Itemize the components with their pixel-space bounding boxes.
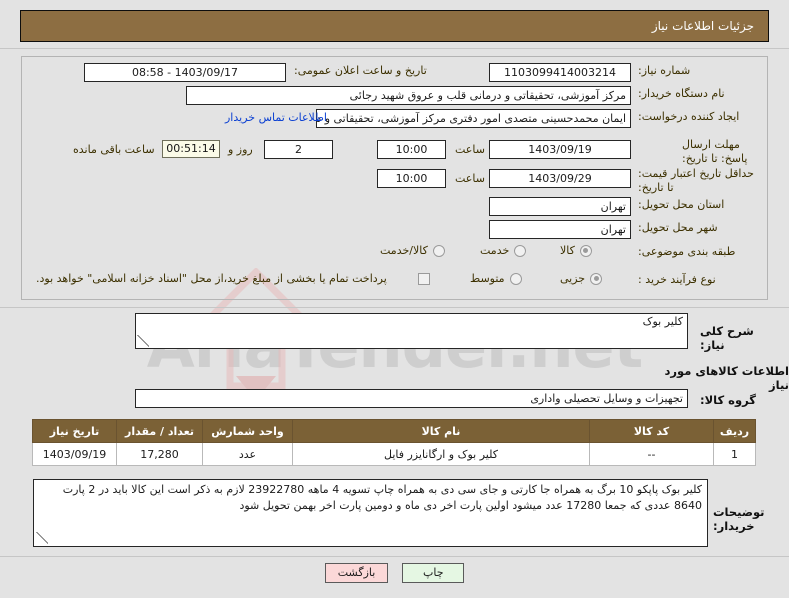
col-header-name: نام کالا — [292, 419, 590, 443]
category-radio-kala[interactable]: کالا — [560, 244, 592, 257]
cell-unit: عدد — [202, 442, 293, 466]
radio-icon[interactable] — [509, 272, 522, 285]
category-option-label: کالا — [560, 244, 575, 257]
response-deadline-date-input[interactable]: 1403/09/19 — [489, 140, 631, 159]
countdown-label: ساعت باقی مانده — [73, 143, 155, 156]
price-validity-date-input[interactable]: 1403/09/29 — [489, 169, 631, 188]
countdown-timer: 00:51:14 — [162, 140, 220, 158]
public-announce-input[interactable]: 1403/09/17 - 08:58 — [84, 63, 286, 82]
divider-bottom — [0, 556, 789, 557]
items-table: ردیف کد کالا نام کالا واحد شمارش تعداد /… — [32, 419, 756, 466]
process-option-label: متوسط — [470, 272, 505, 285]
col-header-date: تاریخ نیاز — [32, 419, 117, 443]
treasury-docs-checkbox[interactable] — [418, 273, 430, 285]
city-input[interactable]: تهران — [489, 220, 631, 239]
goods-group-input[interactable]: تجهیزات و وسایل تحصیلی واداری — [135, 389, 688, 408]
public-announce-label: تاریخ و ساعت اعلان عمومی: — [294, 64, 427, 77]
col-header-unit: واحد شمارش — [202, 419, 293, 443]
col-header-rowno: ردیف — [713, 419, 756, 443]
remaining-days-input[interactable]: 2 — [264, 140, 333, 159]
radio-icon[interactable] — [590, 272, 603, 285]
process-type-label: نوع فرآیند خرید : — [638, 273, 716, 286]
process-option-label: جزیی — [560, 272, 586, 285]
process-radio-jozee[interactable]: جزیی — [560, 272, 603, 285]
col-header-code: کد کالا — [589, 419, 714, 443]
page-title-bar: جزئیات اطلاعات نیاز — [20, 10, 769, 42]
buyer-notes-textarea[interactable]: کلیر بوک پاپکو 10 برگ به همراه جا کارتی … — [33, 479, 708, 547]
category-option-label: کالا/خدمت — [380, 244, 428, 257]
category-radio-khedmat[interactable]: خدمت — [480, 244, 527, 257]
cell-code: -- — [589, 442, 714, 466]
page-title: جزئیات اطلاعات نیاز — [651, 19, 754, 33]
radio-icon[interactable] — [432, 244, 445, 257]
goods-section-title: اطلاعات کالاهای مورد نیاز — [664, 364, 789, 392]
category-option-label: خدمت — [480, 244, 510, 257]
response-deadline-time-label: ساعت — [455, 143, 485, 156]
items-table-wrapper: ردیف کد کالا نام کالا واحد شمارش تعداد /… — [32, 419, 756, 466]
price-validity-time-label: ساعت — [455, 172, 485, 185]
cell-name: کلیر بوک و ارگانایزر فایل — [292, 442, 590, 466]
price-validity-label: حداقل تاریخ اعتبار قیمت: تا تاریخ: — [638, 167, 754, 194]
col-header-qty: تعداد / مقدار — [116, 419, 203, 443]
response-deadline-time-input[interactable]: 10:00 — [377, 140, 446, 159]
need-number-label: شماره نیاز: — [638, 64, 691, 77]
category-radio-kala-khedmat[interactable]: کالا/خدمت — [380, 244, 445, 257]
cell-need-date: 1403/09/19 — [32, 442, 117, 466]
requester-label: ایجاد کننده درخواست: — [638, 110, 740, 123]
province-label: استان محل تحویل: — [638, 198, 725, 211]
buyer-org-label: نام دستگاه خریدار: — [638, 87, 725, 100]
goods-group-label: گروه کالا: — [700, 393, 756, 407]
table-header-row: ردیف کد کالا نام کالا واحد شمارش تعداد /… — [32, 419, 756, 443]
table-row: 1 -- کلیر بوک و ارگانایزر فایل عدد 17,28… — [32, 442, 756, 466]
print-button[interactable]: چاپ — [402, 563, 465, 583]
need-summary-label: شرح کلی نیاز: — [700, 324, 754, 352]
buyer-contact-link[interactable]: اطلاعات تماس خریدار — [225, 111, 327, 124]
divider-top — [0, 48, 789, 49]
cell-rowno: 1 — [713, 442, 756, 466]
cell-quantity: 17,280 — [116, 442, 203, 466]
footer-button-bar: چاپ بازگشت — [0, 563, 789, 583]
treasury-docs-label: پرداخت تمام یا بخشی از مبلغ خرید،از محل … — [36, 272, 387, 285]
back-button[interactable]: بازگشت — [324, 563, 389, 583]
radio-icon[interactable] — [514, 244, 527, 257]
radio-icon[interactable] — [579, 244, 592, 257]
remaining-days-label: روز و — [228, 143, 253, 156]
process-radio-motavaset[interactable]: متوسط — [470, 272, 522, 285]
requester-input[interactable]: ایمان محمدحسینی متصدی امور دفتری مرکز آم… — [316, 109, 631, 128]
price-validity-time-input[interactable]: 10:00 — [377, 169, 446, 188]
need-number-input[interactable]: 1103099414003214 — [489, 63, 631, 82]
buyer-notes-label: توضیحات خریدار: — [713, 505, 765, 533]
province-input[interactable]: تهران — [489, 197, 631, 216]
buyer-org-input[interactable]: مرکز آموزشی، تحقیقاتی و درمانی قلب و عرو… — [186, 86, 631, 105]
response-deadline-label: مهلت ارسال پاسخ: تا تاریخ: — [682, 138, 748, 165]
need-summary-textarea[interactable]: کلیر بوک — [135, 313, 688, 349]
category-label: طبقه بندی موضوعی: — [638, 245, 736, 258]
divider-middle — [0, 307, 789, 308]
city-label: شهر محل تحویل: — [638, 221, 718, 234]
